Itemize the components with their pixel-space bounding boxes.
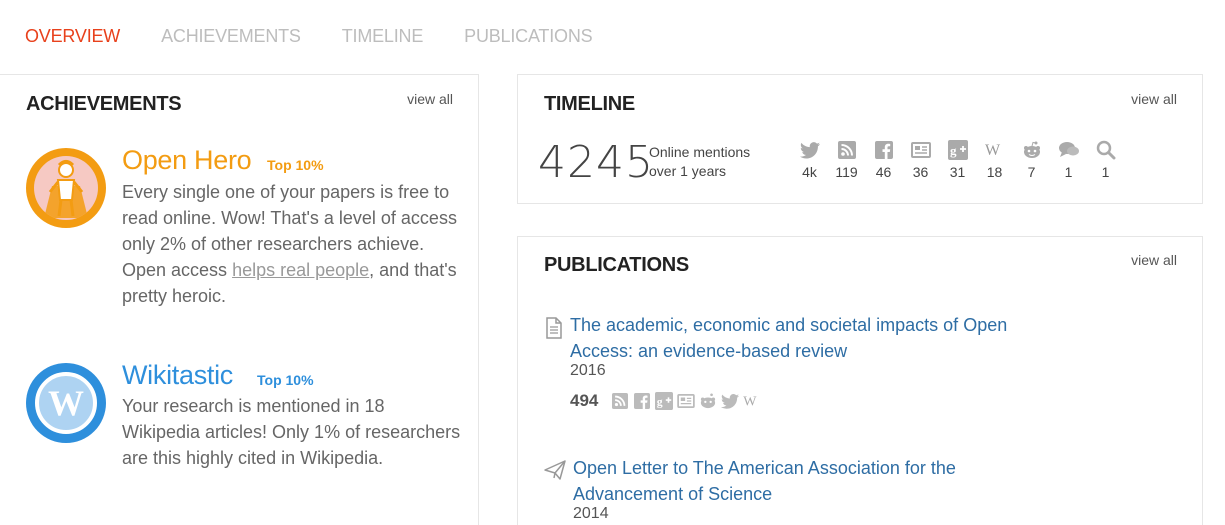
tab-timeline[interactable]: TIMELINE: [342, 24, 424, 48]
wikipedia-icon: W: [26, 363, 106, 443]
twitter-icon: [791, 139, 828, 161]
svg-text:W: W: [743, 394, 757, 408]
achievement-name: Open Hero: [122, 145, 252, 175]
timeline-title: TIMELINE: [544, 93, 635, 115]
rss-icon: [828, 139, 865, 161]
achievements-view-all-link[interactable]: view all: [407, 91, 453, 107]
mention-sources: 4k 119 46 36 g 31 W 18 7 1 1: [791, 139, 1124, 180]
open-hero-icon: [26, 148, 106, 228]
wikipedia-icon: W: [976, 139, 1013, 161]
facebook-icon: [632, 392, 652, 410]
main-tabs: OVERVIEW ACHIEVEMENTS TIMELINE PUBLICATI…: [25, 24, 633, 48]
source-search[interactable]: 1: [1087, 139, 1124, 180]
mentions-caption: Online mentions over 1 years: [649, 144, 751, 179]
google-plus-icon: g: [939, 139, 976, 161]
tab-publications[interactable]: PUBLICATIONS: [464, 24, 592, 48]
publication-title-link[interactable]: The academic, economic and societal impa…: [570, 312, 1050, 364]
svg-text:g: g: [950, 143, 957, 158]
wikipedia-icon: W: [742, 392, 762, 410]
achievement-name: Wikitastic: [122, 360, 233, 390]
source-rss[interactable]: 119: [828, 139, 865, 180]
publication-year: 2014: [573, 505, 609, 522]
source-twitter[interactable]: 4k: [791, 139, 828, 180]
rss-icon: [610, 392, 630, 410]
publication-year: 2016: [570, 362, 606, 379]
achievements-title: ACHIEVEMENTS: [26, 93, 182, 115]
achievement-description: Your research is mentioned in 18 Wikiped…: [122, 396, 461, 468]
reddit-icon: [698, 392, 718, 410]
total-mentions-count: 4245: [538, 137, 654, 188]
comments-icon: [1050, 139, 1087, 161]
source-google-plus[interactable]: g 31: [939, 139, 976, 180]
svg-text:g: g: [657, 396, 663, 409]
achievement-description: Every single one of your papers is free …: [122, 182, 457, 306]
helps-real-people-link[interactable]: helps real people: [232, 260, 369, 280]
document-icon: [544, 317, 566, 339]
reddit-icon: [1013, 139, 1050, 161]
facebook-icon: [865, 139, 902, 161]
tab-overview[interactable]: OVERVIEW: [25, 24, 120, 48]
publication-sources: g W: [610, 392, 762, 410]
achievement-rank-badge: Top 10%: [257, 372, 314, 388]
source-wikipedia[interactable]: W 18: [976, 139, 1013, 180]
tab-achievements[interactable]: ACHIEVEMENTS: [161, 24, 301, 48]
publications-view-all-link[interactable]: view all: [1131, 252, 1177, 268]
publications-panel: PUBLICATIONS view all The academic, econ…: [517, 236, 1203, 525]
news-icon: [902, 139, 939, 161]
twitter-icon: [720, 392, 740, 410]
source-facebook[interactable]: 46: [865, 139, 902, 180]
achievements-panel: ACHIEVEMENTS view all Open Hero Top 10% …: [0, 74, 479, 525]
timeline-panel: TIMELINE view all 4245 Online mentions o…: [517, 74, 1203, 204]
timeline-view-all-link[interactable]: view all: [1131, 91, 1177, 107]
publication-score: 494: [570, 391, 599, 410]
news-icon: [676, 392, 696, 410]
source-comments[interactable]: 1: [1050, 139, 1087, 180]
source-reddit[interactable]: 7: [1013, 139, 1050, 180]
publication-title-link[interactable]: Open Letter to The American Association …: [573, 455, 1053, 507]
achievement-rank-badge: Top 10%: [267, 157, 324, 173]
publications-title: PUBLICATIONS: [544, 254, 689, 276]
source-news[interactable]: 36: [902, 139, 939, 180]
search-icon: [1087, 139, 1124, 161]
svg-text:W: W: [985, 142, 1001, 158]
paper-plane-icon: [544, 460, 566, 482]
google-plus-icon: g: [654, 392, 674, 410]
